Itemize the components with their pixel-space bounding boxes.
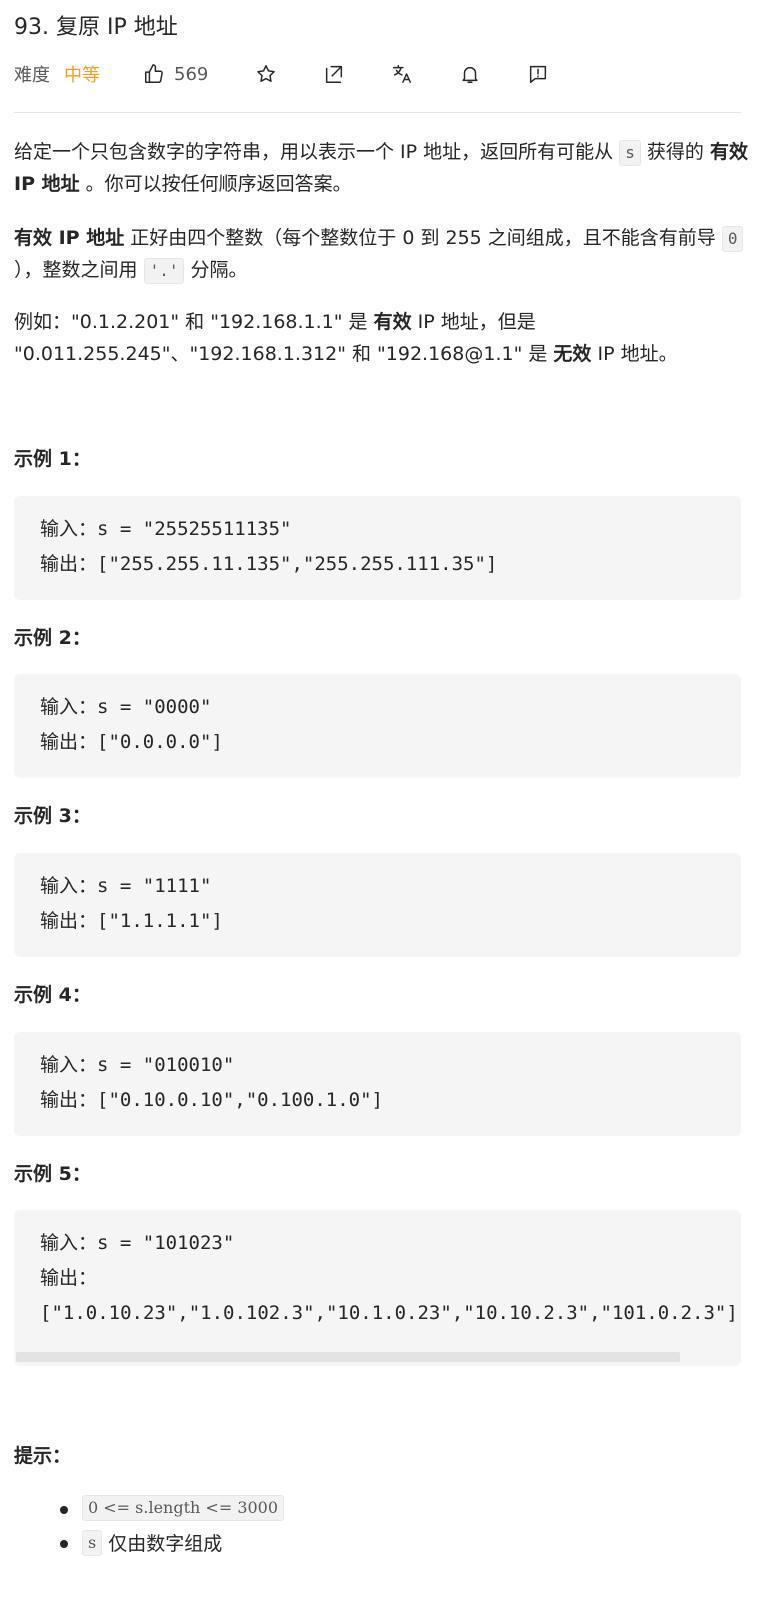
bullet-icon xyxy=(60,1540,68,1548)
code-line: 输入：s = "1111" xyxy=(40,875,212,897)
code-line: 输出： xyxy=(40,1267,98,1289)
example-code-block-scrollable[interactable]: 输入：s = "101023" 输出： ["1.0.10.23","1.0.10… xyxy=(14,1210,741,1366)
example-code-block: 输入：s = "25525511135" 输出：["255.255.11.135… xyxy=(14,496,741,600)
code-line: 输出：["0.0.0.0"] xyxy=(40,731,223,753)
share-icon xyxy=(326,65,343,83)
example-title: 示例 2： xyxy=(14,627,91,649)
inline-code: s xyxy=(619,140,641,166)
feedback-button[interactable] xyxy=(526,62,550,86)
hints-list: 0 <= s.length <= 3000 s 仅由数字组成 xyxy=(14,1492,741,1560)
notify-button[interactable] xyxy=(458,62,482,86)
code-line: 输出：["1.1.1.1"] xyxy=(40,910,223,932)
header-divider xyxy=(14,112,741,113)
description-paragraph-1: 给定一个只包含数字的字符串，用以表示一个 IP 地址，返回所有可能从 s 获得的… xyxy=(14,140,748,195)
star-icon xyxy=(257,65,276,82)
example-title: 示例 5： xyxy=(14,1163,91,1185)
feedback-icon xyxy=(530,65,547,83)
bell-icon xyxy=(462,66,478,83)
page-title: 93. 复原 IP 地址 xyxy=(14,15,178,40)
translate-icon xyxy=(393,65,412,83)
code-line: 输入：s = "101023" xyxy=(40,1232,235,1254)
code-line: 输入：s = "25525511135" xyxy=(40,518,292,540)
like-button[interactable]: 569 xyxy=(142,62,208,86)
bullet-icon xyxy=(60,1506,68,1514)
description-paragraph-2: 有效 IP 地址 正好由四个整数（每个整数位于 0 到 255 之间组成，且不能… xyxy=(14,222,749,286)
example-title: 示例 3： xyxy=(14,805,91,827)
hints-title: 提示： xyxy=(14,1445,72,1467)
code-line: 输出：["255.255.11.135","255.255.111.35"] xyxy=(40,553,498,575)
code-line: 输入：s = "0000" xyxy=(40,696,212,718)
list-item: 0 <= s.length <= 3000 xyxy=(14,1492,741,1526)
inline-code: 0 xyxy=(721,226,744,252)
difficulty-badge: 中等 xyxy=(64,65,100,86)
horizontal-scrollbar[interactable] xyxy=(16,1352,680,1362)
inline-code: s xyxy=(82,1529,103,1556)
favorite-button[interactable] xyxy=(254,62,278,86)
example-code-block: 输入：s = "0000" 输出：["0.0.0.0"] xyxy=(14,674,741,778)
example-title: 示例 1： xyxy=(14,448,91,470)
code-line: 输入：s = "010010" xyxy=(40,1054,235,1076)
hint-text: 仅由数字组成 xyxy=(108,1533,223,1555)
description-paragraph-3: 例如："0.1.2.201" 和 "192.168.1.1" 是 有效 IP 地… xyxy=(14,311,678,365)
difficulty-label: 难度 xyxy=(14,65,50,86)
like-count: 569 xyxy=(174,63,209,85)
list-item: s 仅由数字组成 xyxy=(14,1526,741,1560)
translate-button[interactable] xyxy=(390,62,414,86)
share-button[interactable] xyxy=(322,62,346,86)
code-line: ["1.0.10.23","1.0.102.3","10.1.0.23","10… xyxy=(40,1302,738,1324)
example-code-block: 输入：s = "1111" 输出：["1.1.1.1"] xyxy=(14,853,741,957)
problem-meta-bar: 难度 中等 569 xyxy=(14,56,741,92)
example-code-block: 输入：s = "010010" 输出：["0.10.0.10","0.100.1… xyxy=(14,1032,741,1136)
inline-code: '.' xyxy=(143,258,185,284)
example-title: 示例 4： xyxy=(14,984,91,1006)
inline-code: 0 <= s.length <= 3000 xyxy=(82,1495,285,1521)
thumbs-up-icon xyxy=(142,62,166,86)
code-line: 输出：["0.10.0.10","0.100.1.0"] xyxy=(40,1089,383,1111)
